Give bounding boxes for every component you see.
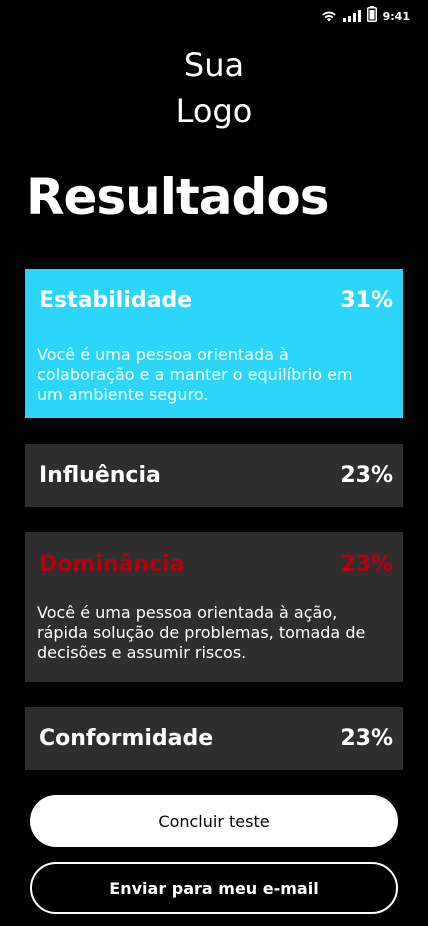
signal-icon	[342, 7, 361, 26]
result-percent: 23%	[340, 726, 393, 751]
result-card-header: Influência 23%	[39, 463, 393, 488]
logo-line-2: Logo	[175, 92, 253, 130]
page-title: Resultados	[26, 168, 329, 226]
result-card-header: Estabilidade 31%	[39, 288, 393, 313]
logo: Sua Logo	[0, 42, 428, 134]
result-card-estabilidade[interactable]: Estabilidade 31% Você é uma pessoa orien…	[25, 269, 403, 418]
status-icons: 9:41	[321, 6, 410, 26]
result-percent: 23%	[340, 552, 393, 577]
result-name: Dominância	[39, 552, 185, 577]
result-description: Você é uma pessoa orientada à colaboraçã…	[37, 345, 353, 404]
finish-test-button[interactable]: Concluir teste	[30, 795, 398, 847]
logo-line-1: Sua	[183, 46, 245, 84]
result-card-influencia[interactable]: Influência 23%	[25, 444, 403, 507]
result-card-header: Dominância 23%	[39, 552, 393, 577]
result-card-conformidade[interactable]: Conformidade 23%	[25, 707, 403, 770]
result-name: Influência	[39, 463, 161, 488]
result-name: Estabilidade	[39, 288, 193, 313]
result-name: Conformidade	[39, 726, 214, 751]
result-description: Você é uma pessoa orientada à ação, rápi…	[37, 603, 366, 662]
status-time: 9:41	[382, 9, 410, 23]
wifi-icon	[321, 7, 337, 26]
result-percent: 31%	[340, 288, 393, 313]
battery-icon	[366, 6, 377, 26]
result-card-header: Conformidade 23%	[39, 726, 393, 751]
send-email-button[interactable]: Enviar para meu e-mail	[30, 862, 398, 914]
result-percent: 23%	[340, 463, 393, 488]
status-bar: 9:41	[0, 0, 428, 28]
result-card-dominancia[interactable]: Dominância 23% Você é uma pessoa orienta…	[25, 532, 403, 682]
